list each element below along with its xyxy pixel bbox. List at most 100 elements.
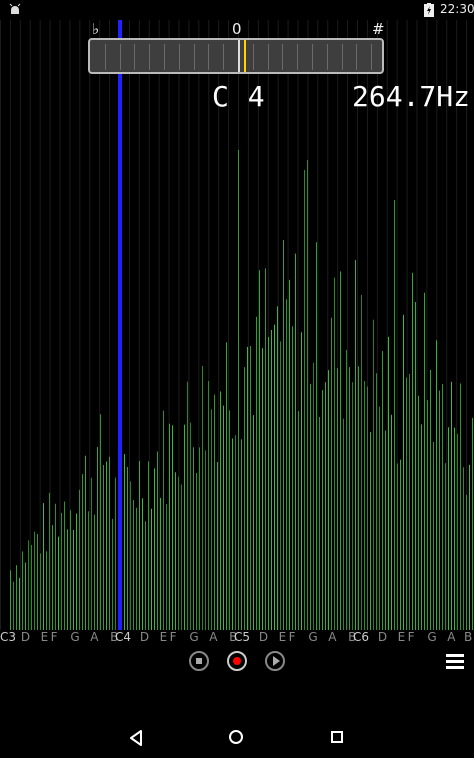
spectrum-bar [301,332,302,630]
spectrum-bar [445,463,446,630]
note-axis-label: D [139,630,150,644]
note-axis-label: C4 [115,630,132,644]
note-axis-label: A [447,630,456,644]
menu-icon [446,654,464,657]
back-icon[interactable] [128,730,144,746]
note-axis-label: A [90,630,99,644]
note-axis-label: C6 [353,630,370,644]
spectrum-bar [352,382,353,630]
spectrum-bar [328,370,329,630]
spectrum-bar [286,299,287,630]
note-axis-label: F [407,630,415,644]
spectrum-bar [109,456,110,630]
spectrum-bar [340,271,341,630]
spectrum-bar [400,459,401,630]
gauge-tick [178,44,180,70]
spectrum-bar [133,499,134,630]
spectrum-bar [319,417,320,630]
note-axis-label: B [464,630,473,644]
spectrum-bar [433,441,434,630]
spectrum-bar [16,565,17,630]
spectrum-bar [97,447,98,630]
spectrum-bar [457,433,458,630]
spectrum-bar [259,270,260,630]
gauge-tick [149,44,151,70]
record-button[interactable] [227,651,247,671]
spectrum-bar [376,373,377,630]
spectrum-bar [193,447,194,630]
spectrum-bar [424,292,425,630]
spectrum-bar [283,240,284,630]
detected-frequency: 264.7Hz [352,80,471,113]
spectrum-bar [229,410,230,630]
spectrum-bar [10,570,11,630]
spectrum-bar [172,425,173,630]
gauge-tick [356,44,358,70]
spectrum-bar [70,510,71,630]
spectrum-bar [76,513,77,630]
spectrum-bar [166,504,167,630]
spectrum-bar [103,465,104,630]
stop-button[interactable] [189,651,209,671]
spectrum-bar [238,150,239,630]
home-icon[interactable] [229,730,243,744]
gauge-tick [223,44,225,70]
spectrum-bar [370,432,371,630]
spectrum-bar [427,400,428,630]
gauge-tick [208,44,210,70]
spectrum-bar [406,377,407,630]
spectrum-bar [265,268,266,630]
spectrum-bar [472,417,473,630]
spectrum-bar [436,340,437,630]
spectrum-bar [157,451,158,630]
note-axis-label: F [288,630,296,644]
spectrum-bar [19,577,20,630]
detected-pitch-marker [118,20,122,630]
spectrum-bar [73,530,74,630]
spectrum-bar [25,562,26,630]
note-axis-label: E [278,630,287,644]
gauge-tick [326,44,328,70]
note-axis-label: F [169,630,177,644]
spectrum-bar [214,394,215,630]
spectrum-bar [58,536,59,630]
gauge-tick [312,44,313,70]
recents-icon[interactable] [331,731,343,743]
spectrum-bar [115,477,116,630]
spectrum-bar [412,272,413,630]
spectrum-bar [49,492,50,630]
spectrum-bar [235,435,236,630]
spectrum-bar [13,581,14,630]
gauge-tick [119,44,121,70]
spectrum-bar [46,551,47,630]
spectrum-bar [337,368,338,630]
spectrum-bar [304,170,305,630]
spectrum-bar [421,424,422,630]
spectrum-bar [88,511,89,630]
gauge-tick [164,44,165,70]
navigation-bar [0,718,474,758]
spectrum-bar [175,472,176,630]
spectrum-bar [268,337,269,630]
spectrum-bar [403,314,404,630]
spectrum-bar [64,501,65,630]
menu-button[interactable] [446,654,464,670]
note-axis-label: A [328,630,337,644]
spectrum-bar [313,362,314,630]
spectrum-bar [139,460,140,630]
spectrum-bar [100,414,101,630]
play-button[interactable] [265,651,285,671]
note-axis-label: G [189,630,199,644]
spectrum-bar [55,503,56,630]
spectrum-bar [256,316,257,630]
spectrum-bar [367,386,368,630]
spectrum-bar [124,454,125,630]
spectrum-bar [409,374,410,630]
spectrum-bar [91,477,92,630]
spectrum-bar [454,427,455,630]
spectrum-bar [220,391,221,630]
spectrum-bar [79,489,80,630]
spectrum-bar [94,514,95,630]
spectrum-bar [415,302,416,630]
spectrum-bar [274,324,275,630]
